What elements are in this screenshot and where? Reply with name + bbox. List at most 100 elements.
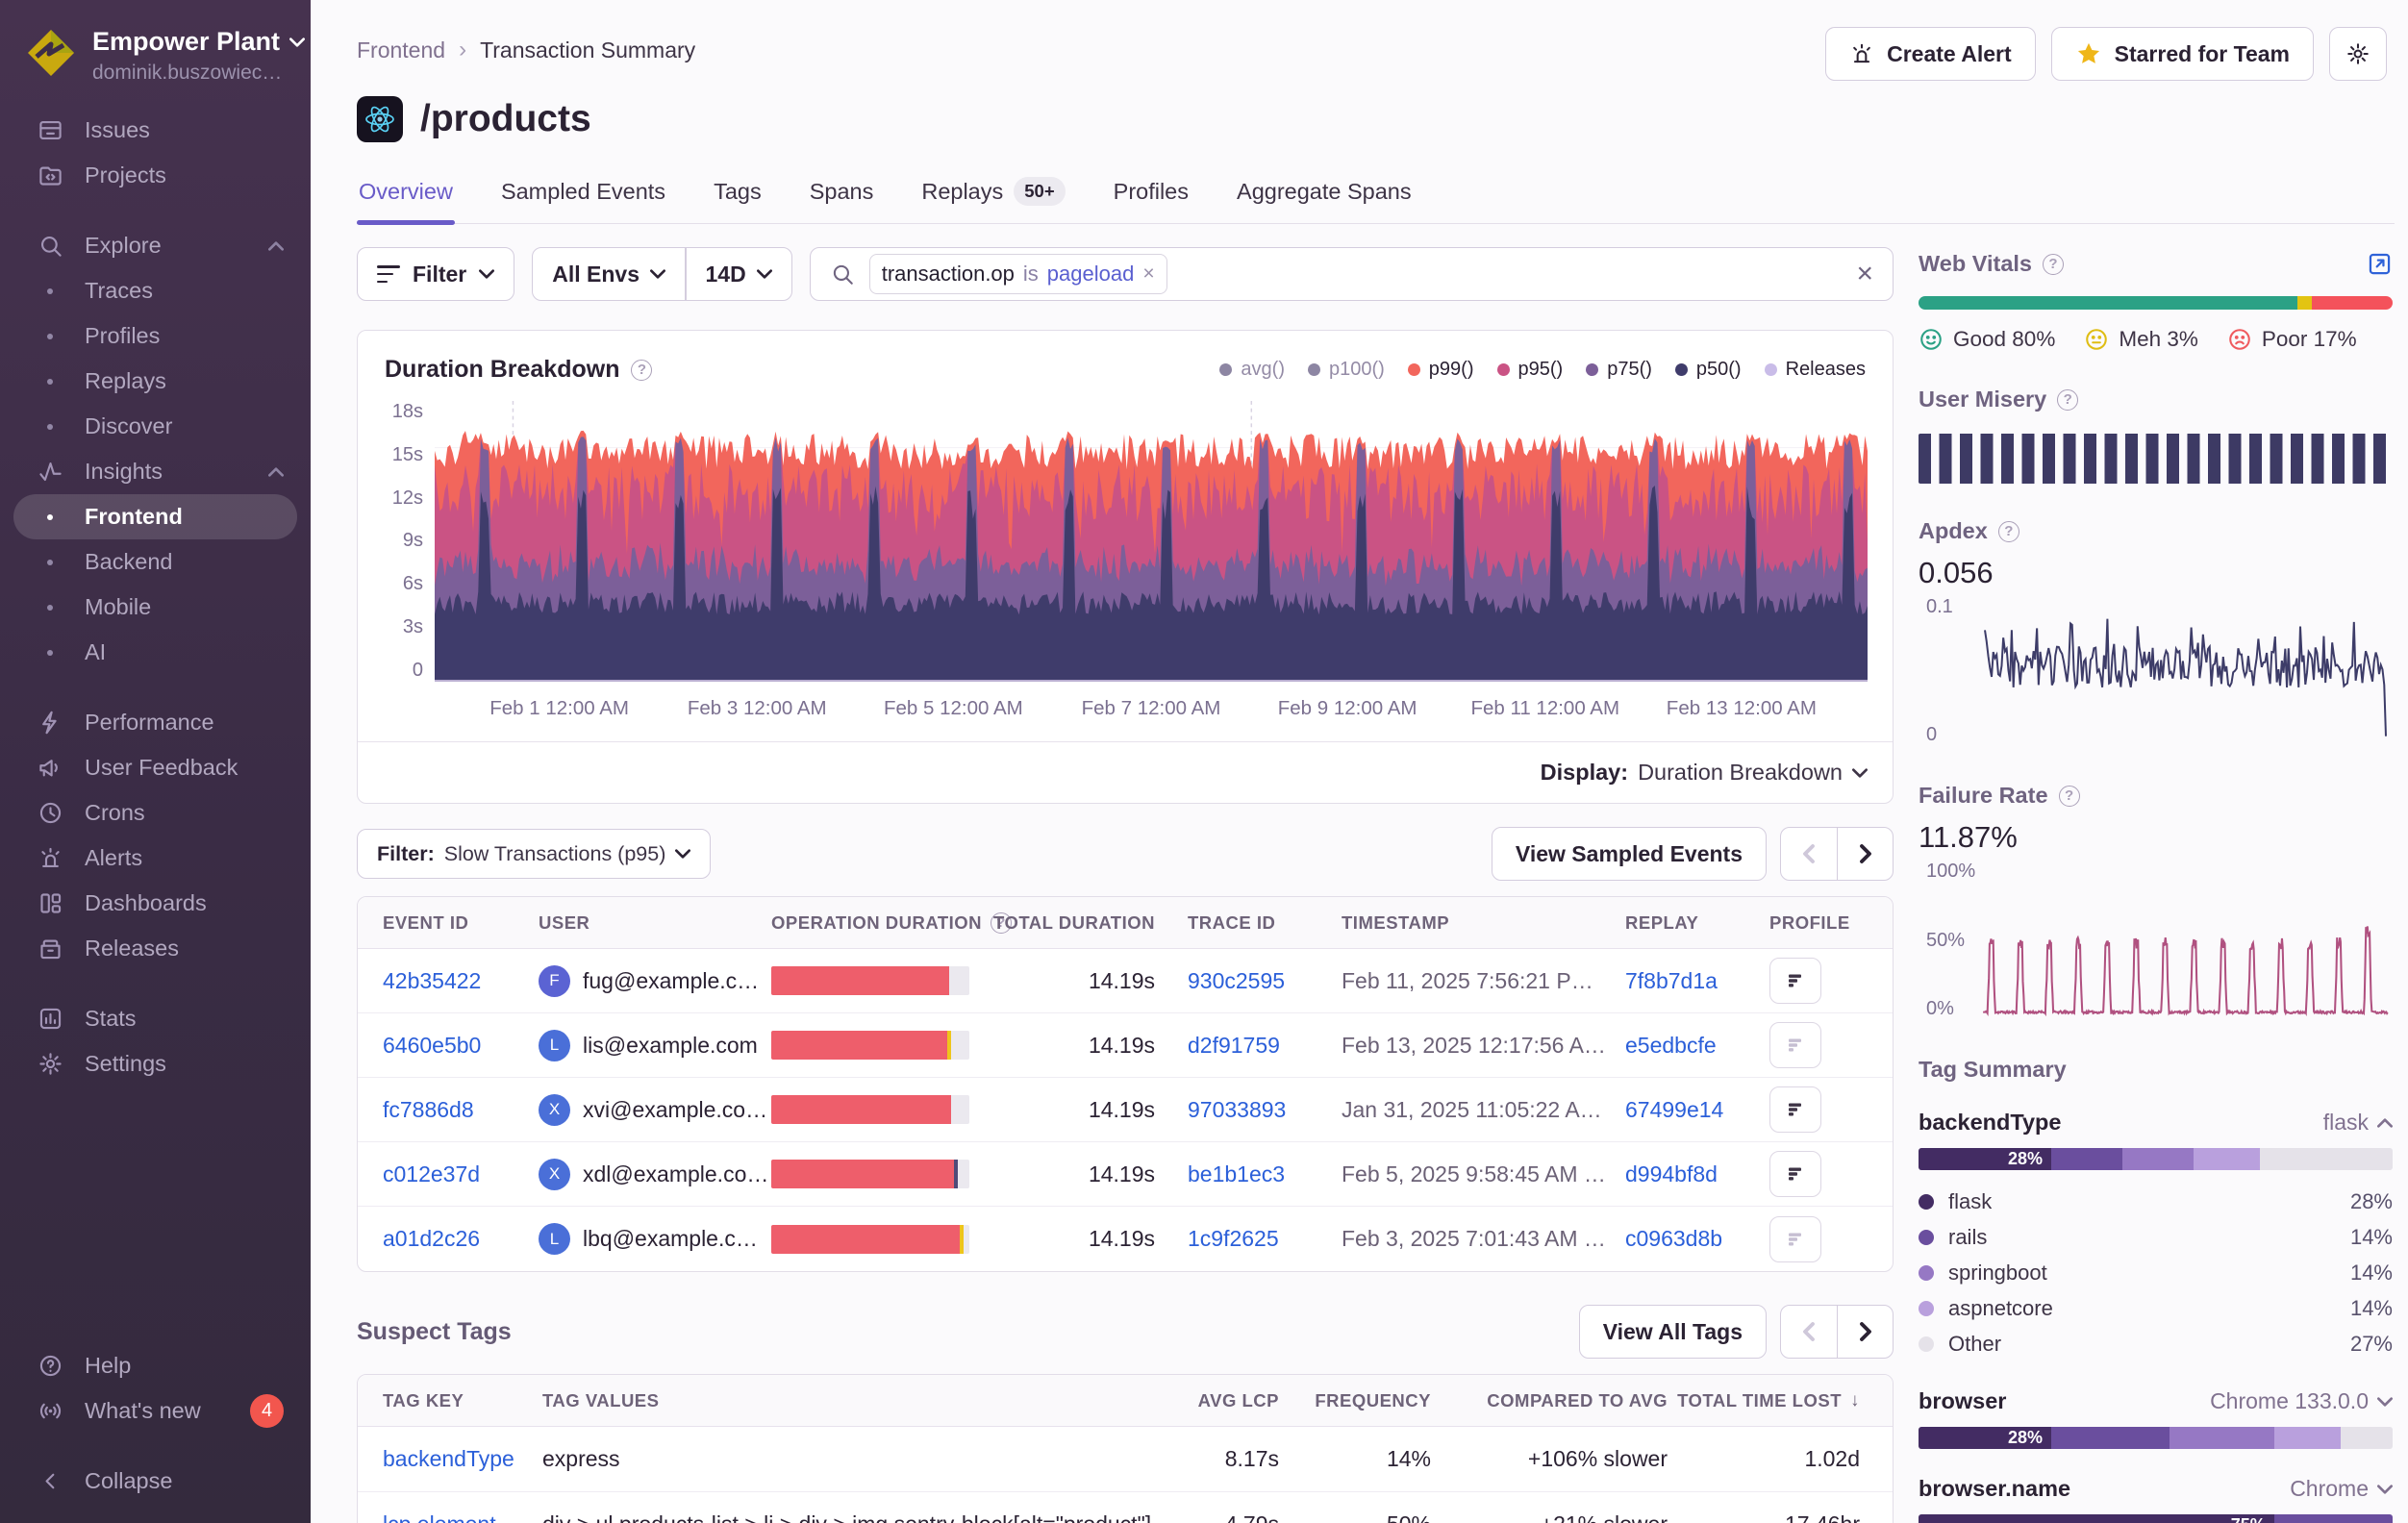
token-remove-icon[interactable]: × <box>1142 262 1154 286</box>
tab-profiles[interactable]: Profiles <box>1112 175 1191 223</box>
search-token[interactable]: transaction.op is pageload × <box>869 254 1167 294</box>
sidebar-item-discover[interactable]: Discover <box>13 404 297 449</box>
sidebar-item-traces[interactable]: Traces <box>13 268 297 313</box>
sidebar-item-replays[interactable]: Replays <box>13 359 297 404</box>
search-input[interactable]: transaction.op is pageload × × <box>810 247 1894 301</box>
filter-dropdown[interactable]: Filter <box>357 247 514 301</box>
col-tag-key[interactable]: Tag Key <box>358 1390 542 1411</box>
sidebar-item-issues[interactable]: Issues <box>13 108 297 153</box>
col-trace-id[interactable]: Trace ID <box>1188 912 1342 934</box>
sidebar-item-stats[interactable]: Stats <box>13 996 297 1041</box>
event-id-link[interactable]: c012e37d <box>358 1161 539 1187</box>
tab-aggregate-spans[interactable]: Aggregate Spans <box>1235 175 1414 223</box>
failure-rate-chart[interactable] <box>1978 859 2393 1022</box>
trace-id-link[interactable]: d2f91759 <box>1188 1033 1342 1059</box>
view-sampled-events-button[interactable]: View Sampled Events <box>1492 827 1767 881</box>
replay-link[interactable]: 67499e14 <box>1625 1097 1769 1123</box>
help-question-icon[interactable]: ? <box>2059 786 2080 807</box>
legend-p95[interactable]: p95() <box>1497 359 1564 381</box>
tab-overview[interactable]: Overview <box>357 175 455 223</box>
tag-value-dropdown[interactable]: flask <box>2323 1110 2393 1136</box>
transactions-filter-dropdown[interactable]: Filter: Slow Transactions (p95) <box>357 829 711 879</box>
col-total-duration[interactable]: Total Duration <box>1016 912 1188 934</box>
profile-button[interactable] <box>1769 1216 1821 1262</box>
col-avg-lcp[interactable]: Avg LCP <box>1187 1390 1312 1411</box>
help-question-icon[interactable]: ? <box>1998 521 2019 542</box>
sidebar-item-user-feedback[interactable]: User Feedback <box>13 745 297 790</box>
event-id-link[interactable]: 6460e5b0 <box>358 1033 539 1059</box>
replay-link[interactable]: e5edbcfe <box>1625 1033 1769 1059</box>
col-profile[interactable]: Profile <box>1769 912 1894 934</box>
replay-link[interactable]: d994bf8d <box>1625 1161 1769 1187</box>
tag-key-link[interactable]: lcp.element <box>358 1511 542 1523</box>
legend-releases[interactable]: Releases <box>1765 359 1866 381</box>
tab-replays[interactable]: Replays50+ <box>919 175 1066 223</box>
trace-id-link[interactable]: 930c2595 <box>1188 968 1342 994</box>
legend-p50[interactable]: p50() <box>1675 359 1742 381</box>
sidebar-item-performance[interactable]: Performance <box>13 700 297 745</box>
pager-next-button[interactable] <box>1837 1306 1893 1358</box>
pager-next-button[interactable] <box>1837 828 1893 880</box>
sidebar-group-insights[interactable]: Insights <box>13 449 297 494</box>
search-clear-icon[interactable]: × <box>1856 258 1873 290</box>
tag-value-dropdown[interactable]: Chrome 133.0.0 <box>2210 1388 2393 1414</box>
pager-prev-button[interactable] <box>1781 828 1837 880</box>
starred-for-team-button[interactable]: Starred for Team <box>2051 27 2314 81</box>
apdex-chart[interactable] <box>1978 594 2393 748</box>
event-id-link[interactable]: fc7886d8 <box>358 1097 539 1123</box>
col-compared-to-avg[interactable]: Compared To Avg <box>1464 1390 1700 1411</box>
tab-spans[interactable]: Spans <box>808 175 876 223</box>
sidebar-collapse-button[interactable]: Collapse <box>13 1459 297 1504</box>
col-operation-duration[interactable]: Operation Duration? <box>771 912 1016 934</box>
help-question-icon[interactable]: ? <box>2057 389 2078 411</box>
duration-chart[interactable] <box>435 401 1868 682</box>
tag-distribution-bar[interactable]: 75% <box>1919 1514 2393 1523</box>
sidebar-item-backend[interactable]: Backend <box>13 539 297 585</box>
tab-tags[interactable]: Tags <box>712 175 764 223</box>
replay-link[interactable]: 7f8b7d1a <box>1625 968 1769 994</box>
create-alert-button[interactable]: Create Alert <box>1825 27 2036 81</box>
profile-button[interactable] <box>1769 1022 1821 1068</box>
pager-prev-button[interactable] <box>1781 1306 1837 1358</box>
sidebar-item-alerts[interactable]: Alerts <box>13 836 297 881</box>
display-dropdown[interactable]: Duration Breakdown <box>1638 760 1868 786</box>
web-vitals-bar[interactable] <box>1919 296 2393 310</box>
tab-sampled-events[interactable]: Sampled Events <box>499 175 667 223</box>
event-id-link[interactable]: 42b35422 <box>358 968 539 994</box>
sidebar-item-frontend[interactable]: Frontend <box>13 494 297 539</box>
help-question-icon[interactable]: ? <box>2043 254 2064 275</box>
tag-distribution-bar[interactable]: 28% <box>1919 1148 2393 1170</box>
col-replay[interactable]: Replay <box>1625 912 1769 934</box>
profile-button[interactable] <box>1769 958 1821 1004</box>
legend-p75[interactable]: p75() <box>1586 359 1652 381</box>
help-question-icon[interactable]: ? <box>631 360 652 381</box>
sidebar-item-crons[interactable]: Crons <box>13 790 297 836</box>
trace-id-link[interactable]: 1c9f2625 <box>1188 1226 1342 1252</box>
org-switcher[interactable]: Empower Plant dominik.buszowiec… <box>0 23 311 108</box>
tag-distribution-bar[interactable]: 28% <box>1919 1427 2393 1449</box>
date-range-dropdown[interactable]: 14D <box>687 248 791 300</box>
trace-id-link[interactable]: 97033893 <box>1188 1097 1342 1123</box>
sidebar-group-explore[interactable]: Explore <box>13 223 297 268</box>
sidebar-item-profiles[interactable]: Profiles <box>13 313 297 359</box>
sidebar-item-ai[interactable]: AI <box>13 630 297 675</box>
transaction-settings-button[interactable] <box>2329 27 2387 81</box>
sidebar-item-settings[interactable]: Settings <box>13 1041 297 1086</box>
environment-dropdown[interactable]: All Envs <box>533 248 685 300</box>
trace-id-link[interactable]: be1b1ec3 <box>1188 1161 1342 1187</box>
event-id-link[interactable]: a01d2c26 <box>358 1226 539 1252</box>
sidebar-item-releases[interactable]: Releases <box>13 926 297 971</box>
col-total-time-lost[interactable]: Total Time Lost↓ <box>1700 1390 1893 1411</box>
breadcrumb-frontend[interactable]: Frontend <box>357 37 445 63</box>
sidebar-item-help[interactable]: Help <box>13 1343 297 1388</box>
profile-button[interactable] <box>1769 1151 1821 1197</box>
replay-link[interactable]: c0963d8b <box>1625 1226 1769 1252</box>
sidebar-item-whats-new[interactable]: What's new 4 <box>13 1388 297 1434</box>
tag-key-link[interactable]: backendType <box>358 1446 542 1472</box>
col-tag-values[interactable]: Tag Values <box>542 1390 1187 1411</box>
col-user[interactable]: User <box>539 912 771 934</box>
legend-p100[interactable]: p100() <box>1308 359 1385 381</box>
col-timestamp[interactable]: Timestamp <box>1342 912 1625 934</box>
col-frequency[interactable]: Frequency <box>1312 1390 1464 1411</box>
sidebar-item-dashboards[interactable]: Dashboards <box>13 881 297 926</box>
